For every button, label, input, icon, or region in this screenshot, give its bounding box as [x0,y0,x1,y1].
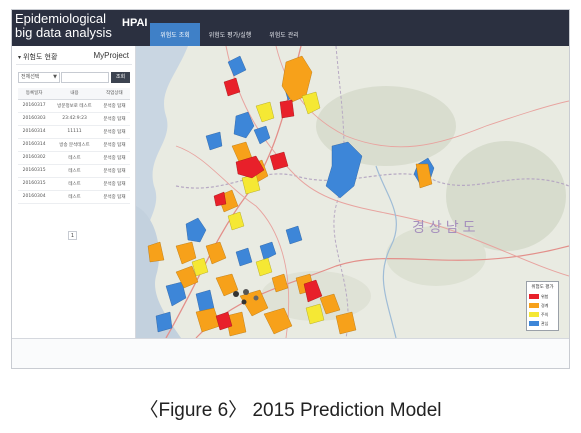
figure-caption: 〈Figure 6〉 2015 Prediction Model [139,400,442,421]
row-status: 분석중 탑재 [98,190,130,204]
legend-label: 주의 [541,311,549,317]
region-danger[interactable] [279,99,295,119]
legend-swatch [529,321,539,326]
brand-line-2: big data analysis [15,25,112,40]
top-navigation-bar: Epidemiological big data analysis HPAI 위… [12,10,569,46]
brand-title: Epidemiological big data analysis [15,12,112,40]
row-date: 20160315 [18,177,51,191]
chevron-down-icon: ▾ [18,54,22,61]
row-content: 테스트 [50,177,99,191]
farm-marker[interactable] [253,295,259,301]
pagination-page[interactable]: 1 [68,231,77,240]
sidebar-divider [16,64,132,65]
risk-map[interactable]: 경상남도 위험도 평가 위험 경계 주의 관심 [136,46,569,338]
table-row[interactable]: 20160317 방문정보로 테스트 분석중 탑재 [18,99,130,113]
farm-marker[interactable] [233,291,239,297]
tab-risk-management[interactable]: 위험도 관리 [260,23,308,46]
project-table: 등록일자 내용 작업상태 20160317 방문정보로 테스트 분석중 탑재 201… [18,88,130,204]
legend-label: 위험 [541,293,549,299]
row-status: 분석중 탑재 [98,99,130,113]
row-date: 20160302 [18,151,51,165]
row-date: 20160303 [18,112,51,126]
tab-risk-evaluation[interactable]: 위험도 평가/실행 [200,23,260,46]
bottom-panel [12,338,569,368]
table-row[interactable]: 20160303 23:42:9:23 분석중 탑재 [18,112,130,126]
filter-select-value: 전체선택 [21,74,40,80]
row-content: 테스트 [50,190,99,204]
farm-marker[interactable] [243,289,249,295]
row-status: 분석중 탑재 [98,125,130,139]
system-name: HPAI [122,17,148,29]
app-window: Epidemiological big data analysis HPAI 위… [11,9,570,369]
tab-risk-view[interactable]: 위험도 조회 [150,23,200,46]
row-status: 분석중 탑재 [98,138,130,152]
column-header-status: 작업상태 [98,88,130,100]
region-label: 경상남도 [412,220,480,236]
legend-swatch [529,312,539,317]
row-content: 23:42:9:23 [50,112,99,126]
row-status: 분석중 탑재 [98,164,130,178]
table-header-row: 등록일자 내용 작업상태 [18,88,130,100]
legend-item: 관심 [529,319,556,328]
row-content: 테스트 [50,164,99,178]
table-row[interactable]: 20160315 테스트 분석중 탑재 [18,164,130,178]
row-content: 11111 [50,125,99,139]
caret-down-icon: ▼ [53,74,57,80]
map-legend: 위험도 평가 위험 경계 주의 관심 [526,281,559,331]
sidebar-title-label: 위험도 현황 [23,53,58,61]
table-row[interactable]: 20160315 테스트 분석중 탑재 [18,177,130,191]
row-date: 20160317 [18,99,51,113]
map-canvas: 경상남도 [136,46,569,338]
column-header-content: 내용 [50,88,99,100]
row-content: 방문정보로 테스트 [50,99,99,113]
row-content: 테스트 [50,151,99,165]
table-row[interactable]: 20160304 테스트 분석중 탑재 [18,190,130,204]
row-content: 방송 분석테스트 [50,138,99,152]
table-row[interactable]: 20160314 방송 분석테스트 분석중 탑재 [18,138,130,152]
legend-title: 위험도 평가 [531,285,554,290]
row-status: 분석중 탑재 [98,151,130,165]
project-name[interactable]: MyProject [93,51,129,60]
sidebar-title[interactable]: ▾ 위험도 현황 [18,52,57,62]
brand-line-1: Epidemiological [15,11,107,26]
legend-swatch [529,303,539,308]
row-date: 20160314 [18,138,51,152]
row-date: 20160315 [18,164,51,178]
row-date: 20160314 [18,125,51,139]
search-button[interactable]: 조회 [111,72,130,83]
farm-marker[interactable] [241,299,247,305]
table-row[interactable]: 20160314 11111 분석중 탑재 [18,125,130,139]
legend-item: 위험 [529,292,556,301]
table-row[interactable]: 20160302 테스트 분석중 탑재 [18,151,130,165]
column-header-date: 등록일자 [18,88,51,100]
legend-item: 주의 [529,310,556,319]
row-status: 분석중 탑재 [98,112,130,126]
sidebar-panel: ▾ 위험도 현황 MyProject 전체선택 ▼ 조회 등록일자 내용 작업상태… [12,46,136,338]
search-input[interactable] [61,72,109,83]
row-status: 분석중 탑재 [98,177,130,191]
row-date: 20160304 [18,190,51,204]
legend-label: 관심 [541,320,549,326]
legend-swatch [529,294,539,299]
legend-label: 경계 [541,302,549,308]
filter-select[interactable]: 전체선택 ▼ [18,72,60,83]
legend-item: 경계 [529,301,556,310]
